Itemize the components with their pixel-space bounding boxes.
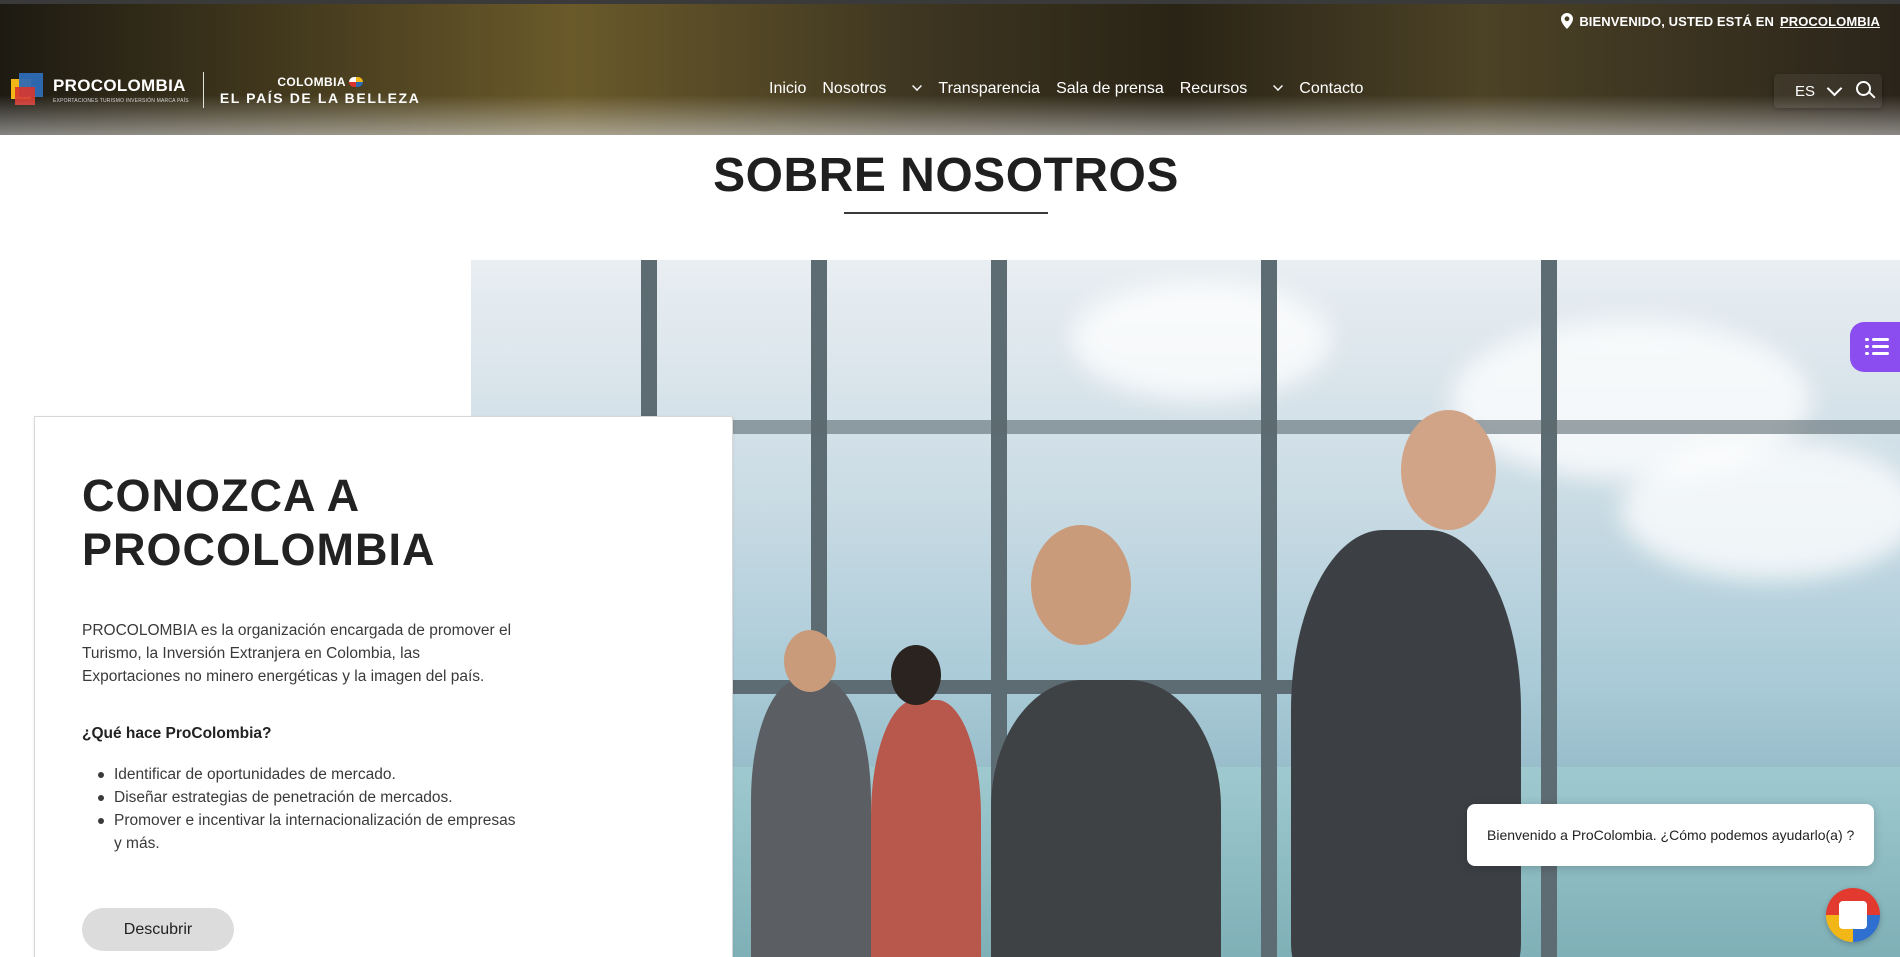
welcome-bar: BIENVENIDO, USTED ESTÁ EN PROCOLOMBIA [1561,13,1880,29]
title-underline [844,212,1048,214]
list-icon [1865,338,1889,356]
nav-nosotros-label: Nosotros [822,80,887,97]
chat-logo-icon [1839,901,1867,929]
welcome-procolombia-link[interactable]: PROCOLOMBIA [1780,14,1880,29]
side-menu-tab[interactable] [1850,322,1900,372]
list-item: Identificar de oportunidades de mercado. [98,763,524,786]
list-item: Diseñar estrategias de penetración de me… [98,786,524,809]
card-question: ¿Qué hace ProColombia? [82,725,272,742]
language-search-box: ES [1774,74,1882,108]
chat-greeting-bubble[interactable]: Bienvenido a ProColombia. ¿Cómo podemos … [1467,804,1874,866]
card-title: CONOZCA A PROCOLOMBIA [82,470,436,575]
logo-name: PROCOLOMBIA [53,76,186,95]
main-nav: Inicio Nosotros Transparencia Sala de pr… [769,80,1379,98]
welcome-text: BIENVENIDO, USTED ESTÁ EN [1579,13,1774,29]
nav-transparencia[interactable]: Transparencia [938,80,1040,98]
card-list: Identificar de oportunidades de mercado.… [98,763,524,855]
co-dots-icon [348,76,363,87]
location-pin-icon [1561,13,1574,29]
chevron-down-icon[interactable] [912,81,923,91]
language-selector[interactable]: ES [1795,83,1815,100]
search-icon[interactable] [1856,81,1876,101]
chevron-down-icon[interactable] [1273,81,1284,91]
chat-launcher-button[interactable] [1826,888,1880,942]
country-brand-logo: COLOMBIA EL PAÍS DE LA BELLEZA [220,75,421,106]
procolombia-logo: PROCOLOMBIA EXPORTACIONES TURISMO INVERS… [53,76,189,104]
brand-logos[interactable]: PROCOLOMBIA EXPORTACIONES TURISMO INVERS… [11,70,420,110]
about-card: CONOZCA A PROCOLOMBIA PROCOLOMBIA es la … [34,416,733,957]
logo-divider [202,72,204,108]
country-brand-line2: EL PAÍS DE LA BELLEZA [219,89,421,106]
nav-recursos-label: Recursos [1179,80,1248,97]
nav-nosotros[interactable]: Nosotros [822,80,923,98]
nav-contacto[interactable]: Contacto [1299,80,1363,98]
discover-button[interactable]: Descubrir [82,908,234,951]
logo-tagline: EXPORTACIONES TURISMO INVERSIÓN MARCA PA… [53,98,189,104]
site-header: BIENVENIDO, USTED ESTÁ EN PROCOLOMBIA PR… [0,0,1900,135]
chevron-down-icon[interactable] [1826,80,1843,96]
page-title: SOBRE NOSOTROS [713,149,1179,202]
procolombia-logo-icon [11,73,45,107]
list-item: Promover e incentivar la internacionaliz… [98,809,524,855]
country-brand-line1: COLOMBIA [277,75,363,89]
card-description: PROCOLOMBIA es la organización encargada… [82,622,512,685]
nav-inicio[interactable]: Inicio [769,80,806,98]
top-border [0,0,1900,4]
nav-sala-de-prensa[interactable]: Sala de prensa [1056,80,1164,98]
nav-recursos[interactable]: Recursos [1180,80,1284,98]
